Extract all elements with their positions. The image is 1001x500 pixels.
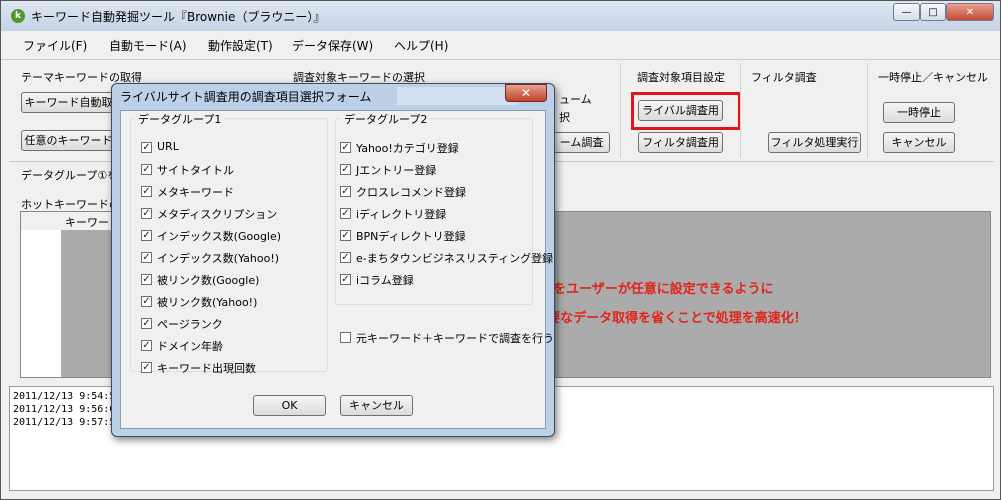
dialog-cancel-button[interactable]: キャンセル xyxy=(340,395,413,416)
item-label: URL xyxy=(157,140,179,153)
grid-header-keyword: キーワー xyxy=(65,216,109,229)
extra-option-label: 元キーワード＋キーワードで調査を行う xyxy=(356,332,554,345)
item-label: e-まちタウンビジネスリスティング登録 xyxy=(356,252,554,265)
target-option-label: 択 xyxy=(559,111,570,124)
item-setting-group-title: 調査対象項目設定 xyxy=(637,71,725,84)
item-checkbox[interactable]: ✓ xyxy=(141,186,152,197)
item-label: BPNディレクトリ登録 xyxy=(356,230,466,243)
item-label: ドメイン年齢 xyxy=(157,340,223,353)
menu-save-data[interactable]: データ保存(W) xyxy=(292,37,373,54)
item-label: インデックス数(Yahoo!) xyxy=(157,252,280,265)
item-label: Jエントリー登録 xyxy=(356,164,437,177)
dialog-title: ライバルサイト調査用の調査項目選択フォーム xyxy=(120,90,372,104)
data-group-1-title: データグループ1 xyxy=(135,111,225,127)
item-label: メタキーワード xyxy=(157,186,234,199)
volume-survey-button[interactable]: ーム調査 xyxy=(553,132,610,153)
keyword-auto-button[interactable]: キーワード自動取 xyxy=(21,92,116,113)
item-label: インデックス数(Google) xyxy=(157,230,282,243)
item-checkbox[interactable]: ✓ xyxy=(141,296,152,307)
extra-option-checkbox[interactable] xyxy=(340,332,351,343)
highlight-box xyxy=(631,92,741,130)
dialog-close-button[interactable]: ✕ xyxy=(505,84,547,102)
item-checkbox[interactable]: ✓ xyxy=(340,274,351,285)
hot-keyword-label: ホットキーワードの xyxy=(21,198,120,211)
item-checkbox[interactable]: ✓ xyxy=(141,318,152,329)
item-checkbox[interactable]: ✓ xyxy=(141,142,152,153)
item-checkbox[interactable]: ✓ xyxy=(340,252,351,263)
menu-auto-mode[interactable]: 自動モード(A) xyxy=(109,37,187,54)
item-checkbox[interactable]: ✓ xyxy=(141,252,152,263)
item-label: キーワード出現回数 xyxy=(157,362,256,375)
filter-exec-button[interactable]: フィルタ処理実行 xyxy=(768,132,861,153)
item-label: クロスレコメンド登録 xyxy=(356,186,466,199)
log-line: 2011/12/13 9:57:51 xyxy=(13,417,122,428)
ok-button[interactable]: OK xyxy=(253,395,326,416)
item-checkbox[interactable]: ✓ xyxy=(340,230,351,241)
item-checkbox[interactable]: ✓ xyxy=(141,208,152,219)
item-checkbox[interactable]: ✓ xyxy=(141,230,152,241)
item-checkbox[interactable]: ✓ xyxy=(141,340,152,351)
item-checkbox[interactable]: ✓ xyxy=(340,164,351,175)
close-button[interactable]: ✕ xyxy=(946,3,994,21)
item-checkbox[interactable]: ✓ xyxy=(141,164,152,175)
any-keyword-button[interactable]: 任意のキーワード xyxy=(21,130,116,151)
cancel-button[interactable]: キャンセル xyxy=(883,132,955,153)
app-logo-icon: k xyxy=(11,9,25,23)
filter-group-title: フィルタ調査 xyxy=(751,71,817,84)
item-checkbox[interactable]: ✓ xyxy=(340,186,351,197)
minimize-button[interactable]: — xyxy=(893,3,920,21)
menu-file[interactable]: ファイル(F) xyxy=(23,37,87,54)
dialog-title-reflection xyxy=(397,87,517,105)
target-option-label: ューム xyxy=(559,93,592,106)
item-label: サイトタイトル xyxy=(157,164,234,177)
maximize-button[interactable]: □ xyxy=(920,3,946,21)
filter-survey-button[interactable]: フィルタ調査用 xyxy=(638,132,723,153)
item-label: iコラム登録 xyxy=(356,274,414,287)
toolbar-divider xyxy=(740,63,741,158)
pause-button[interactable]: 一時停止 xyxy=(883,102,955,123)
item-label: 被リンク数(Yahoo!) xyxy=(157,296,258,309)
toolbar-divider xyxy=(620,63,621,158)
pause-group-title: 一時停止／キャンセル xyxy=(878,71,988,84)
item-checkbox[interactable]: ✓ xyxy=(340,208,351,219)
item-label: メタディスクリプション xyxy=(157,208,278,221)
grid-row-area xyxy=(21,230,61,377)
item-checkbox[interactable]: ✓ xyxy=(141,274,152,285)
data-group-1 xyxy=(130,118,328,372)
menu-help[interactable]: ヘルプ(H) xyxy=(394,37,448,54)
menu-bar: ファイル(F) 自動モード(A) 動作設定(T) データ保存(W) ヘルプ(H) xyxy=(1,31,1000,60)
menu-settings[interactable]: 動作設定(T) xyxy=(208,37,273,54)
log-line: 2011/12/13 9:54:56 xyxy=(13,391,122,402)
status-line: データグループ①を xyxy=(21,169,119,182)
title-bar: k キーワード自動発掘ツール『Brownie（ブラウニー）』 — □ ✕ xyxy=(1,1,1000,31)
log-line: 2011/12/13 9:56:03 xyxy=(13,404,122,415)
item-label: Yahoo!カテゴリ登録 xyxy=(356,142,459,155)
item-label: iディレクトリ登録 xyxy=(356,208,447,221)
item-select-dialog: ライバルサイト調査用の調査項目選択フォーム ✕ データグループ1 ✓ URL ✓ サイ… xyxy=(111,83,555,437)
window-title: キーワード自動発掘ツール『Brownie（ブラウニー）』 xyxy=(31,10,326,24)
item-label: 被リンク数(Google) xyxy=(157,274,260,287)
toolbar-divider xyxy=(867,63,868,158)
dialog-body: データグループ1 ✓ URL ✓ サイトタイトル ✓ メタキーワード ✓ メタディスクリプショ… xyxy=(120,110,554,429)
item-checkbox[interactable]: ✓ xyxy=(141,362,152,373)
item-checkbox[interactable]: ✓ xyxy=(340,142,351,153)
data-group-2-title: データグループ2 xyxy=(341,111,431,127)
item-label: ページランク xyxy=(157,318,223,331)
